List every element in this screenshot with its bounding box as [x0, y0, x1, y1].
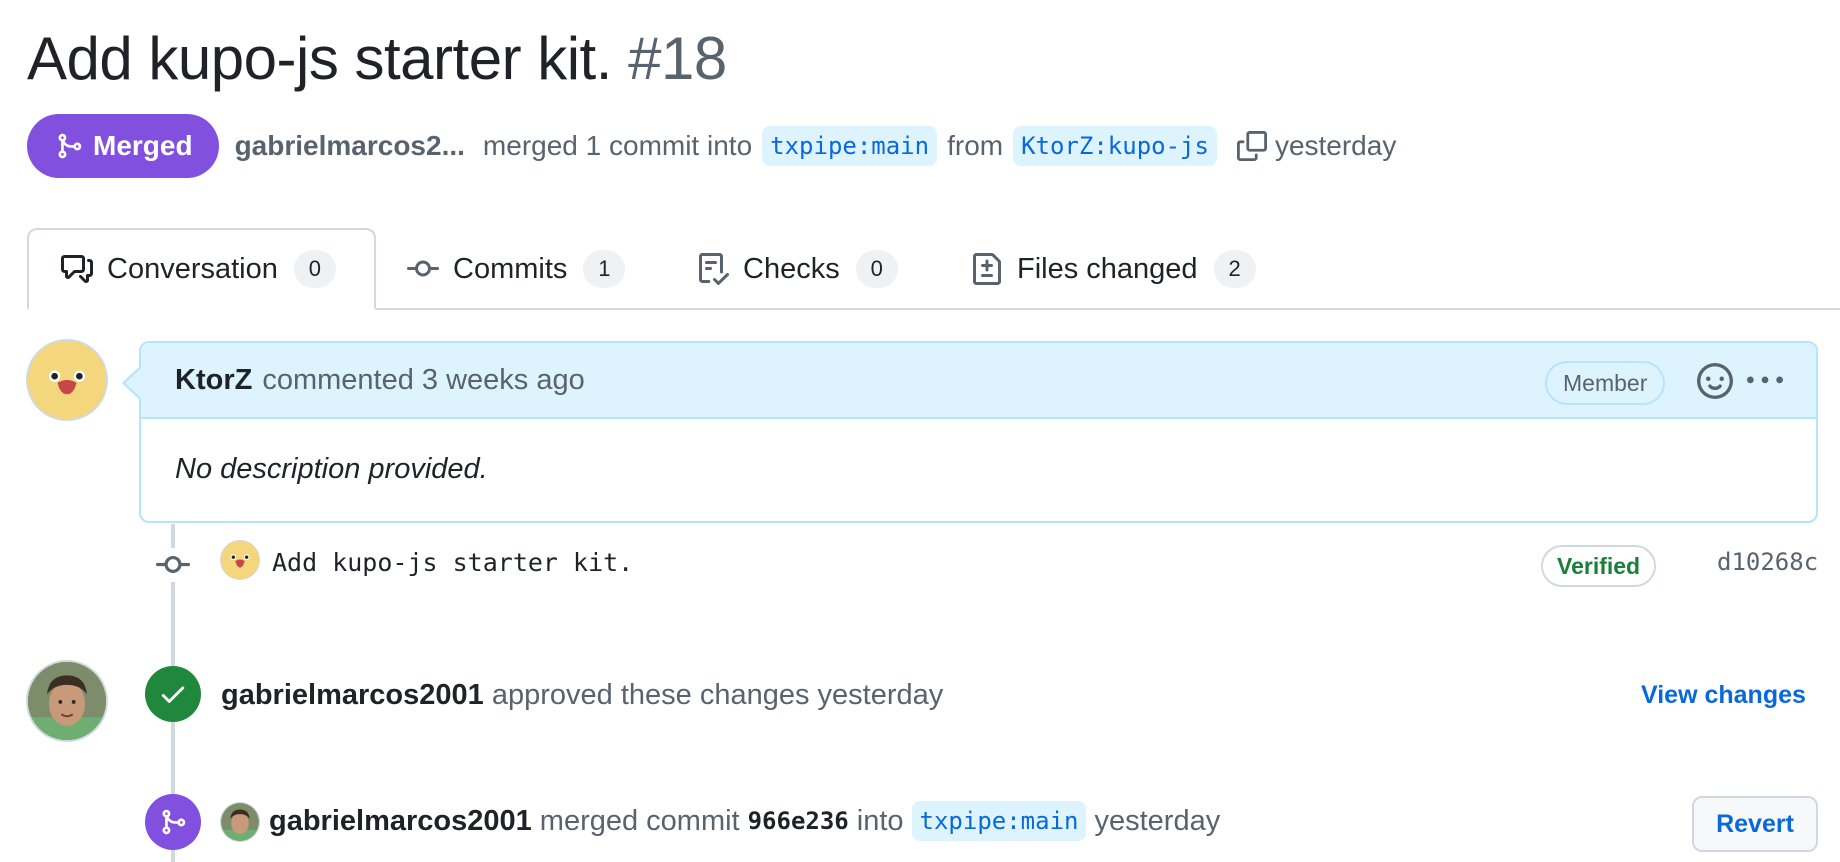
tab-commits-label: Commits	[453, 252, 568, 285]
smiley-icon[interactable]	[1697, 363, 1733, 399]
merged-state-badge: Merged	[27, 114, 219, 178]
tab-checks[interactable]: Checks 0	[697, 228, 898, 310]
base-branch[interactable]: txpipe:main	[762, 126, 938, 166]
approved-check-badge	[145, 666, 201, 722]
verified-badge[interactable]: Verified	[1541, 545, 1657, 587]
comment-box: KtorZ commented 3 weeks ago Member No de…	[139, 341, 1818, 523]
review-action: approved these changes yesterday	[491, 679, 944, 711]
tab-checks-count: 0	[855, 250, 898, 288]
revert-button[interactable]: Revert	[1692, 796, 1818, 852]
pr-title-text: Add kupo-js starter kit.	[27, 25, 612, 92]
from-label: from	[947, 130, 1004, 161]
commit-message-link[interactable]: Add kupo-js starter kit.	[272, 548, 633, 577]
avatar[interactable]	[220, 540, 260, 580]
avatar[interactable]	[220, 802, 260, 842]
copy-icon[interactable]	[1236, 131, 1267, 161]
avatar[interactable]	[26, 660, 108, 742]
comment-body: No description provided.	[175, 453, 488, 485]
duck-avatar-icon	[28, 341, 106, 419]
checklist-icon	[699, 253, 729, 285]
pr-title: Add kupo-js starter kit. #18	[27, 22, 727, 96]
merged-time: yesterday	[1274, 130, 1397, 161]
person-avatar-icon	[28, 662, 106, 740]
tab-checks-label: Checks	[743, 252, 840, 285]
pr-status-row: Merged gabrielmarcos2... merged 1 commit…	[27, 114, 1396, 178]
review-event: gabrielmarcos2001 approved these changes…	[221, 679, 943, 712]
git-merge-icon	[58, 133, 82, 159]
tab-files-changed[interactable]: Files changed 2	[971, 228, 1256, 310]
comment-discussion-icon	[61, 255, 93, 283]
comment-pointer-fill	[125, 368, 141, 398]
person-avatar-icon	[221, 803, 259, 841]
comment-action: commented 3 weeks ago	[262, 363, 585, 396]
tab-conversation-label: Conversation	[107, 252, 278, 285]
pr-tabs: Conversation 0 Commits 1 Checks 0 Files …	[27, 228, 1840, 310]
tab-conversation-count: 0	[293, 250, 336, 288]
merge-branch[interactable]: txpipe:main	[911, 801, 1087, 841]
git-merge-icon	[162, 809, 186, 835]
kebab-horizontal-icon[interactable]	[1745, 363, 1785, 399]
merged-event-badge	[145, 794, 201, 850]
file-diff-icon	[973, 253, 1001, 285]
git-commit-icon	[407, 260, 439, 277]
check-icon	[161, 686, 185, 703]
merged-state-label: Merged	[93, 130, 193, 161]
merge-into-label: into	[856, 804, 904, 837]
merged-by-link[interactable]: gabrielmarcos2...	[235, 130, 465, 162]
merge-time: yesterday	[1094, 804, 1221, 837]
comment-header: KtorZ commented 3 weeks ago Member	[141, 343, 1816, 419]
comment-author[interactable]: KtorZ	[175, 364, 252, 397]
tab-commits[interactable]: Commits 1	[407, 228, 626, 310]
member-badge: Member	[1545, 361, 1666, 405]
tab-commits-count: 1	[583, 250, 626, 288]
tab-conversation[interactable]: Conversation 0	[27, 228, 376, 310]
view-changes-link[interactable]: View changes	[1641, 681, 1806, 710]
head-branch[interactable]: KtorZ:kupo-js	[1013, 126, 1217, 166]
merge-summary: merged 1 commit into	[482, 130, 753, 161]
merge-commit-sha[interactable]: 966e236	[748, 807, 849, 835]
tab-files-changed-count: 2	[1213, 250, 1256, 288]
avatar[interactable]	[26, 339, 108, 421]
merge-event: gabrielmarcos2001 merged commit 966e236 …	[269, 801, 1220, 841]
merge-author[interactable]: gabrielmarcos2001	[269, 805, 532, 838]
git-commit-icon	[156, 548, 190, 582]
review-author[interactable]: gabrielmarcos2001	[221, 679, 484, 711]
duck-avatar-icon	[221, 541, 259, 579]
merge-action: merged commit	[539, 804, 740, 837]
commit-sha-link[interactable]: d10268c	[1717, 548, 1818, 576]
tab-files-changed-label: Files changed	[1017, 252, 1198, 285]
pr-number: #18	[628, 25, 727, 92]
